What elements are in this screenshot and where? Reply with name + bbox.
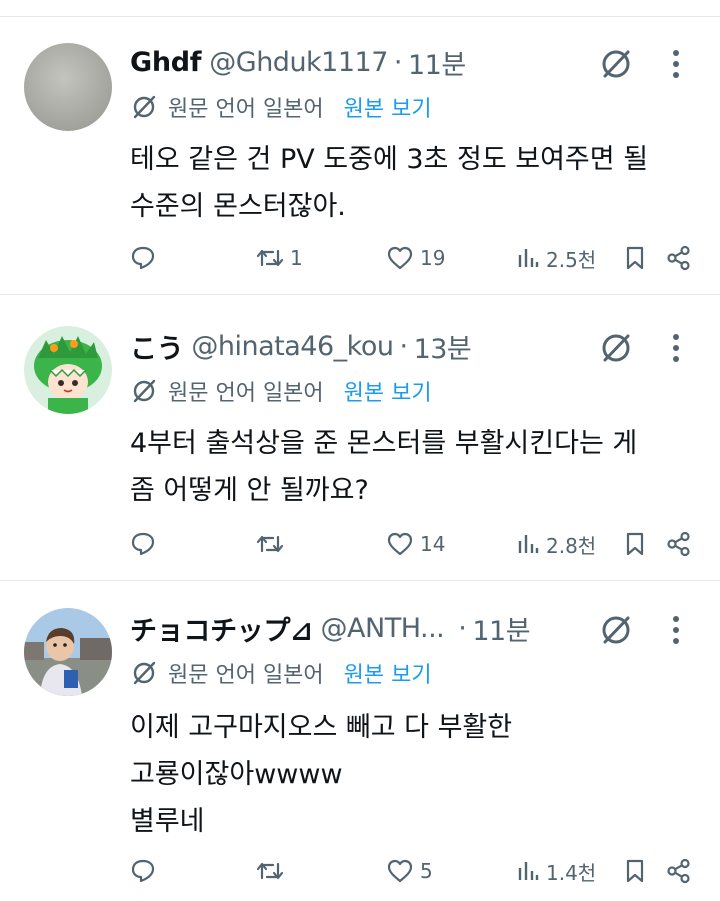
action-bar: 1 19 2.5천 — [0, 238, 720, 278]
heart-icon — [387, 532, 413, 556]
grok-icon — [602, 334, 630, 362]
retweet-button[interactable] — [256, 524, 290, 564]
tweet-header: Ghdf @Ghduk1117 · 11분 — [130, 42, 466, 82]
gray-blur-avatar-icon — [24, 43, 112, 131]
bookmark-icon — [626, 246, 644, 270]
timestamp[interactable]: 11분 — [472, 609, 530, 648]
more-dots-icon — [673, 616, 679, 644]
share-button[interactable] — [666, 238, 692, 278]
view-count: 2.8천 — [546, 533, 597, 558]
bookmark-button[interactable] — [624, 524, 646, 564]
share-button[interactable] — [666, 851, 692, 891]
translation-notice: 원문 언어 일본어 원본 보기 — [130, 656, 432, 690]
more-options-button[interactable] — [664, 610, 688, 650]
tweet-header: こう @hinata46_kou · 13분 — [130, 326, 472, 366]
user-handle[interactable]: @ANTH... — [321, 613, 445, 644]
reply-button[interactable] — [130, 238, 162, 278]
grok-button[interactable] — [596, 44, 636, 84]
like-button[interactable]: 14 — [386, 524, 445, 564]
reply-button[interactable] — [130, 524, 162, 564]
more-dots-icon — [673, 334, 679, 362]
view-count: 2.5천 — [546, 247, 597, 272]
more-options-button[interactable] — [664, 328, 688, 368]
translate-icon — [133, 95, 156, 119]
share-icon — [667, 245, 690, 271]
view-count: 1.4천 — [546, 860, 597, 885]
reply-icon — [131, 859, 155, 883]
display-name[interactable]: チョコチップ⊿ — [130, 609, 313, 648]
timestamp[interactable]: 13분 — [414, 327, 472, 366]
display-name[interactable]: こう — [130, 327, 184, 366]
timestamp[interactable]: 11분 — [408, 43, 466, 82]
heart-icon — [387, 859, 413, 883]
like-count: 5 — [420, 859, 433, 883]
separator-dot: · — [393, 46, 403, 78]
retweet-icon — [256, 535, 284, 553]
translation-notice: 원문 언어 일본어 원본 보기 — [130, 90, 432, 124]
bookmark-button[interactable] — [624, 238, 646, 278]
grok-icon — [602, 50, 630, 78]
share-icon — [667, 858, 690, 884]
tweet-divider — [0, 294, 720, 295]
tweet-text: 4부터 출석상을 준 몬스터를 부활시킨다는 게 좀 어떻게 안 될까요? — [130, 428, 638, 506]
retweet-button[interactable]: 1 — [256, 238, 303, 278]
like-count: 19 — [420, 246, 446, 270]
translation-label: 원문 언어 일본어 — [168, 381, 324, 406]
translate-icon — [133, 661, 156, 685]
translation-label: 원문 언어 일본어 — [168, 97, 324, 122]
more-dots-icon — [673, 50, 679, 78]
child-photo-avatar-icon — [24, 608, 112, 696]
show-original-link[interactable]: 원본 보기 — [344, 657, 432, 689]
show-original-link[interactable]: 원본 보기 — [344, 375, 432, 407]
show-original-link[interactable]: 원본 보기 — [344, 91, 432, 123]
translation-label: 원문 언어 일본어 — [168, 663, 324, 688]
avatar[interactable] — [24, 608, 112, 696]
retweet-button[interactable] — [256, 851, 290, 891]
views-button[interactable]: 2.5천 — [516, 238, 596, 278]
views-chart-icon — [518, 535, 539, 553]
grok-button[interactable] — [596, 328, 636, 368]
views-button[interactable]: 1.4천 — [516, 851, 596, 891]
views-chart-icon — [518, 862, 539, 880]
avatar[interactable] — [24, 43, 112, 131]
like-button[interactable]: 19 — [386, 238, 445, 278]
views-chart-icon — [518, 249, 539, 267]
action-bar: 5 1.4천 — [0, 851, 720, 891]
reply-icon — [131, 246, 155, 270]
action-bar: 14 2.8천 — [0, 524, 720, 564]
user-handle[interactable]: @hinata46_kou — [191, 331, 394, 362]
separator-dot: · — [458, 612, 467, 644]
heart-icon — [387, 246, 413, 270]
retweet-icon — [256, 249, 284, 267]
translation-notice: 원문 언어 일본어 원본 보기 — [130, 374, 432, 408]
grok-icon — [602, 616, 630, 644]
share-button[interactable] — [666, 524, 692, 564]
translate-icon — [133, 379, 156, 403]
bookmark-button[interactable] — [624, 851, 646, 891]
user-handle[interactable]: @Ghduk1117 — [209, 47, 388, 78]
reply-button[interactable] — [130, 851, 162, 891]
share-icon — [667, 531, 690, 557]
like-button[interactable]: 5 — [386, 851, 433, 891]
retweet-count: 1 — [290, 246, 303, 270]
bookmark-icon — [626, 532, 644, 556]
avatar[interactable] — [24, 326, 112, 414]
top-divider — [0, 16, 720, 17]
reply-icon — [131, 532, 155, 556]
separator-dot: · — [399, 330, 408, 362]
like-count: 14 — [420, 532, 446, 556]
grok-button[interactable] — [596, 610, 636, 650]
tweet-text: 이제 고구마지오스 빼고 다 부활한 고룡이잖아wwww 별루네 — [130, 712, 513, 837]
tweet-text: 테오 같은 건 PV 도중에 3초 정도 보여주면 될 수준의 몬스터잖아. — [130, 144, 649, 222]
tweet-header: チョコチップ⊿ @ANTH... · 11분 — [130, 608, 531, 648]
green-dragon-costume-avatar-icon — [24, 326, 112, 414]
views-button[interactable]: 2.8천 — [516, 524, 596, 564]
more-options-button[interactable] — [664, 44, 688, 84]
display-name[interactable]: Ghdf — [130, 47, 202, 78]
tweet-divider — [0, 580, 720, 581]
retweet-icon — [256, 862, 284, 880]
bookmark-icon — [626, 859, 644, 883]
